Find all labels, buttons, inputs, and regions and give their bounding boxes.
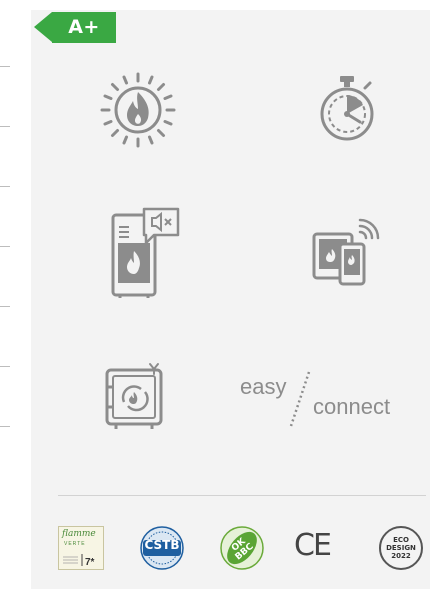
safe-cycle-icon bbox=[104, 362, 166, 432]
energy-arrow-icon bbox=[34, 12, 52, 42]
slash-icon bbox=[289, 371, 311, 427]
energy-label: A+ bbox=[34, 12, 116, 43]
page-edge-ticks bbox=[0, 0, 10, 589]
ce-mark-logo: CE bbox=[294, 528, 344, 568]
eco-line-1: ECO bbox=[393, 536, 409, 544]
flamme-verte-sub: VERTE bbox=[64, 541, 86, 547]
flamme-verte-title: flamme bbox=[62, 529, 96, 539]
flamme-verte-logo: flamme VERTE 7* bbox=[58, 526, 104, 570]
ce-text: CE bbox=[294, 528, 332, 563]
easyconnect-word-connect: connect bbox=[313, 394, 391, 419]
divider bbox=[58, 495, 426, 496]
eco-line-2: DESIGN bbox=[386, 544, 416, 552]
ok-bbc-logo: OK BBC bbox=[220, 526, 264, 570]
silent-stove-icon bbox=[108, 207, 182, 299]
flamme-verte-rating: 7* bbox=[85, 557, 95, 568]
timer-icon bbox=[316, 74, 378, 146]
cstb-text: CSTB bbox=[144, 538, 180, 552]
easyconnect-word-easy: easy bbox=[240, 374, 287, 399]
tablet-phone-wifi-icon bbox=[310, 218, 384, 288]
cstb-logo: CSTB bbox=[140, 526, 184, 570]
energy-grade: A+ bbox=[52, 12, 116, 43]
flame-heat-icon bbox=[98, 70, 178, 150]
eco-design-logo: ECO DESIGN 2022 bbox=[379, 526, 423, 570]
eco-line-3: 2022 bbox=[391, 552, 411, 560]
easyconnect-logo: easy connect bbox=[240, 368, 410, 430]
